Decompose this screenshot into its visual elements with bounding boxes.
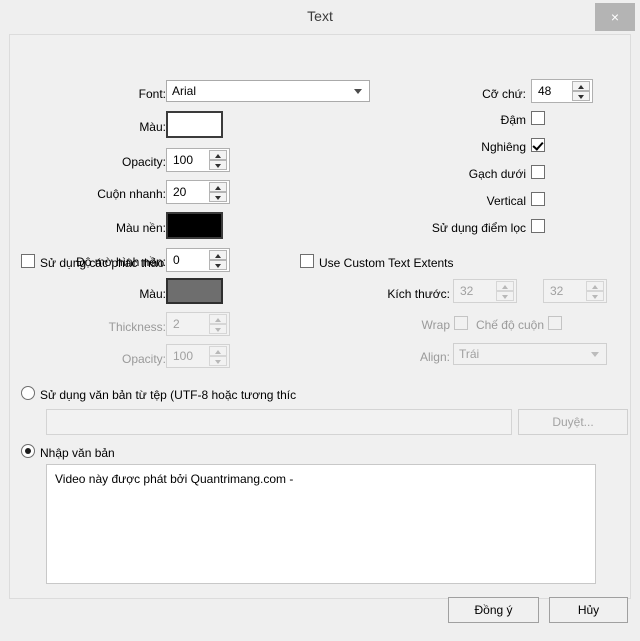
spinner-up-icon[interactable] — [209, 182, 227, 192]
text-color-label: Màu: — [139, 120, 166, 134]
extents-height-value: 32 — [550, 284, 564, 298]
dialog-client-area: Font: Arial Màu: Opacity: 100 Cuộn nhanh… — [9, 34, 631, 623]
use-filter-point-label: Sử dụng điểm lọc — [431, 221, 526, 235]
spinner-down-icon[interactable] — [496, 291, 514, 301]
spinner-down-icon[interactable] — [209, 192, 227, 202]
outline-thickness-spinner-buttons[interactable] — [209, 314, 227, 334]
background-color-label: Màu nền: — [115, 221, 166, 235]
title-bar: Text × — [0, 0, 640, 34]
extents-size-label: Kích thước: — [387, 287, 450, 301]
font-size-label: Cỡ chứ: — [482, 87, 526, 101]
cancel-button[interactable]: Hủy — [549, 597, 628, 623]
source-enter-text-radio[interactable] — [21, 444, 35, 458]
source-enter-text-label: Nhập văn bản — [40, 446, 115, 460]
align-combobox[interactable]: Trái — [453, 343, 607, 365]
font-size-value: 48 — [538, 84, 552, 98]
scroll-speed-spinner-buttons[interactable] — [209, 182, 227, 202]
outline-thickness-label: Thickness: — [108, 320, 166, 334]
use-outline-checkbox[interactable] — [21, 254, 35, 268]
ok-button[interactable]: Đồng ý — [448, 597, 539, 623]
use-outline-label: Sử dụng các phác thảo — [40, 256, 165, 270]
outline-thickness-spinner[interactable]: 2 — [166, 312, 230, 336]
spinner-up-icon[interactable] — [496, 281, 514, 291]
text-dialog-window: Text × Font: Arial Màu: Opacity: 100 Cuộ… — [0, 0, 640, 641]
extents-height-spinner-buttons[interactable] — [586, 281, 604, 301]
background-color-swatch[interactable] — [166, 212, 223, 239]
background-opacity-value: 0 — [173, 253, 180, 267]
spinner-up-icon[interactable] — [209, 250, 227, 260]
font-size-spinner-buttons[interactable] — [572, 81, 590, 101]
wrap-label: Wrap — [421, 318, 450, 332]
spinner-down-icon[interactable] — [209, 324, 227, 334]
source-from-file-radio[interactable] — [21, 386, 35, 400]
extents-width-spinner-buttons[interactable] — [496, 281, 514, 301]
italic-checkbox[interactable] — [531, 138, 545, 152]
font-label: Font: — [138, 87, 166, 101]
use-custom-extents-label: Use Custom Text Extents — [319, 256, 454, 270]
align-value: Trái — [459, 347, 480, 361]
outline-color-swatch[interactable] — [166, 278, 223, 304]
vertical-label: Vertical — [486, 194, 526, 208]
background-opacity-spinner-buttons[interactable] — [209, 250, 227, 270]
scroll-speed-value: 20 — [173, 185, 187, 199]
underline-label: Gạch dưới — [468, 167, 526, 181]
outline-opacity-label: Opacity: — [121, 352, 166, 366]
outline-opacity-spinner[interactable]: 100 — [166, 344, 230, 368]
chevron-down-icon — [354, 89, 362, 94]
outline-opacity-spinner-buttons[interactable] — [209, 346, 227, 366]
opacity-spinner-buttons[interactable] — [209, 150, 227, 170]
background-opacity-spinner[interactable]: 0 — [166, 248, 230, 272]
bold-label: Đậm — [500, 113, 526, 127]
extents-height-spinner[interactable]: 32 — [543, 279, 607, 303]
italic-label: Nghiêng — [481, 140, 526, 154]
source-from-file-label: Sử dụng văn bản từ tệp (UTF-8 hoặc tương… — [40, 388, 297, 402]
font-value: Arial — [172, 84, 197, 98]
browse-button[interactable]: Duyệt... — [518, 409, 628, 435]
align-label: Align: — [419, 350, 450, 364]
window-title: Text — [307, 8, 333, 24]
scroll-speed-spinner[interactable]: 20 — [166, 180, 230, 204]
file-path-input[interactable] — [46, 409, 512, 435]
use-filter-point-checkbox[interactable] — [531, 219, 545, 233]
spinner-up-icon[interactable] — [586, 281, 604, 291]
spinner-down-icon[interactable] — [209, 260, 227, 270]
scroll-mode-checkbox[interactable] — [548, 316, 562, 330]
outline-opacity-value: 100 — [173, 349, 194, 363]
scroll-speed-label: Cuộn nhanh: — [97, 187, 166, 201]
text-input-textarea[interactable]: Video này được phát bởi Quantrimang.com … — [46, 464, 596, 584]
extents-width-value: 32 — [460, 284, 474, 298]
bold-checkbox[interactable] — [531, 111, 545, 125]
spinner-down-icon[interactable] — [572, 91, 590, 101]
spinner-down-icon[interactable] — [209, 160, 227, 170]
extents-width-spinner[interactable]: 32 — [453, 279, 517, 303]
opacity-label: Opacity: — [121, 155, 166, 169]
spinner-down-icon[interactable] — [209, 356, 227, 366]
outline-color-label: Màu: — [139, 287, 166, 301]
text-color-swatch[interactable] — [166, 111, 223, 138]
spinner-down-icon[interactable] — [586, 291, 604, 301]
vertical-checkbox[interactable] — [531, 192, 545, 206]
font-size-spinner[interactable]: 48 — [531, 79, 593, 103]
spinner-up-icon[interactable] — [209, 346, 227, 356]
spinner-up-icon[interactable] — [209, 150, 227, 160]
close-icon[interactable]: × — [595, 3, 635, 31]
scroll-mode-label: Chế độ cuộn — [475, 318, 544, 332]
spinner-up-icon[interactable] — [209, 314, 227, 324]
font-combobox[interactable]: Arial — [166, 80, 370, 102]
underline-checkbox[interactable] — [531, 165, 545, 179]
outline-thickness-value: 2 — [173, 317, 180, 331]
use-custom-extents-checkbox[interactable] — [300, 254, 314, 268]
opacity-spinner[interactable]: 100 — [166, 148, 230, 172]
opacity-value: 100 — [173, 153, 194, 167]
chevron-down-icon — [591, 352, 599, 357]
spinner-up-icon[interactable] — [572, 81, 590, 91]
